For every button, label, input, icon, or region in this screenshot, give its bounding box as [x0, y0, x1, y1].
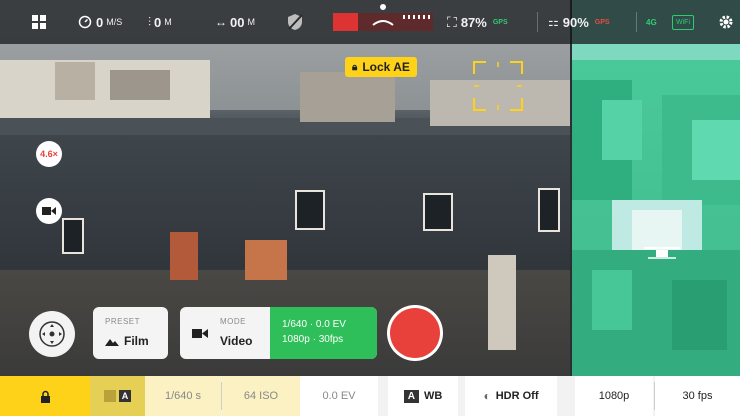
video-icon: [192, 329, 208, 338]
video-format-info: 1080p · 30fps: [282, 334, 344, 345]
3d-obstacle-view[interactable]: [572, 0, 740, 416]
mode-caption: MODE: [220, 317, 246, 326]
window: [295, 190, 325, 230]
window: [62, 218, 84, 254]
building-facade-left: [0, 60, 210, 120]
wifi-badge: WiFi: [672, 0, 694, 44]
video-mode-button[interactable]: [36, 198, 62, 224]
grid-menu-icon[interactable]: [32, 0, 46, 44]
drone-icon: [644, 247, 680, 259]
record-button[interactable]: [387, 305, 443, 361]
camera-settings-bar: A 1/640 s 64 ISO 0.0 EV A WB ◐ HDR Off 1…: [0, 376, 740, 416]
heading-marker: [380, 4, 386, 10]
zoom-badge[interactable]: 4.6×: [36, 141, 62, 167]
drone-battery-icon: ⛶: [447, 13, 457, 30]
settings-gear-icon[interactable]: [718, 0, 734, 44]
flight-control-button[interactable]: [29, 311, 75, 357]
exposure-info: 1/640 · 0.0 EV: [282, 319, 346, 330]
preset-value: Film: [124, 334, 149, 348]
exposure-info-panel: 1/640 · 0.0 EV 1080p · 30fps: [270, 307, 377, 359]
iso-value[interactable]: 64 ISO: [222, 376, 300, 416]
focus-frame[interactable]: [472, 60, 524, 112]
controller-battery: ⚏ 90% GPS: [548, 14, 610, 30]
framerate-button[interactable]: 30 fps: [655, 376, 740, 416]
top-status-bar: 0 M/S ⫶ 0M ↔ 00 M ⛶ 87% GPS ⚏ 90% GPS 4G W…: [0, 0, 740, 44]
distance-icon: ↔: [215, 15, 227, 29]
chimney-pipe: [488, 255, 516, 350]
chimney: [55, 62, 95, 100]
ev-value[interactable]: 0.0 EV: [300, 376, 378, 416]
chimney-pot: [245, 240, 287, 280]
signal-4g: 4G: [646, 17, 657, 27]
attitude-indicator: [333, 13, 433, 31]
chimney: [110, 70, 170, 100]
lock-ae-badge[interactable]: 🔒︎ Lock AE: [345, 57, 417, 77]
hdr-toggle[interactable]: ◐ HDR Off: [465, 376, 557, 416]
auto-exposure-toggle[interactable]: A: [90, 376, 145, 416]
window: [423, 193, 453, 231]
chimney-pot: [170, 232, 198, 280]
mountain-icon: [105, 339, 119, 346]
aircraft-battery: ⛶ 87% GPS: [447, 13, 508, 30]
altitude-readout: ⫶ 0M: [148, 14, 172, 30]
hdr-icon: ◐: [483, 389, 491, 403]
obstacle-avoid-off-icon[interactable]: [287, 0, 303, 44]
altitude-icon: ⫶: [148, 14, 152, 29]
white-balance-button[interactable]: A WB: [388, 376, 458, 416]
shutter-speed-value[interactable]: 1/640 s: [145, 376, 221, 416]
distance-readout: ↔ 00 M: [215, 14, 255, 30]
joystick-icon: [39, 321, 65, 347]
lock-icon: [40, 390, 50, 403]
mode-value: Video: [220, 334, 253, 348]
controller-icon: ⚏: [548, 15, 559, 29]
video-camera-icon: [42, 207, 56, 215]
mode-selector[interactable]: MODE Video 1/640 · 0.0 EV 1080p · 30fps: [180, 307, 377, 359]
window: [538, 188, 560, 232]
preset-selector[interactable]: PRESET Film: [93, 307, 168, 359]
preset-caption: PRESET: [105, 317, 141, 326]
resolution-button[interactable]: 1080p: [575, 376, 653, 416]
speedometer-icon: [78, 15, 92, 29]
exposure-lock-toggle[interactable]: [0, 376, 90, 416]
record-dot: [390, 308, 440, 358]
lock-icon: 🔒︎: [352, 61, 358, 73]
chimney-stack: [300, 72, 395, 122]
speed-readout: 0 M/S: [78, 0, 122, 44]
